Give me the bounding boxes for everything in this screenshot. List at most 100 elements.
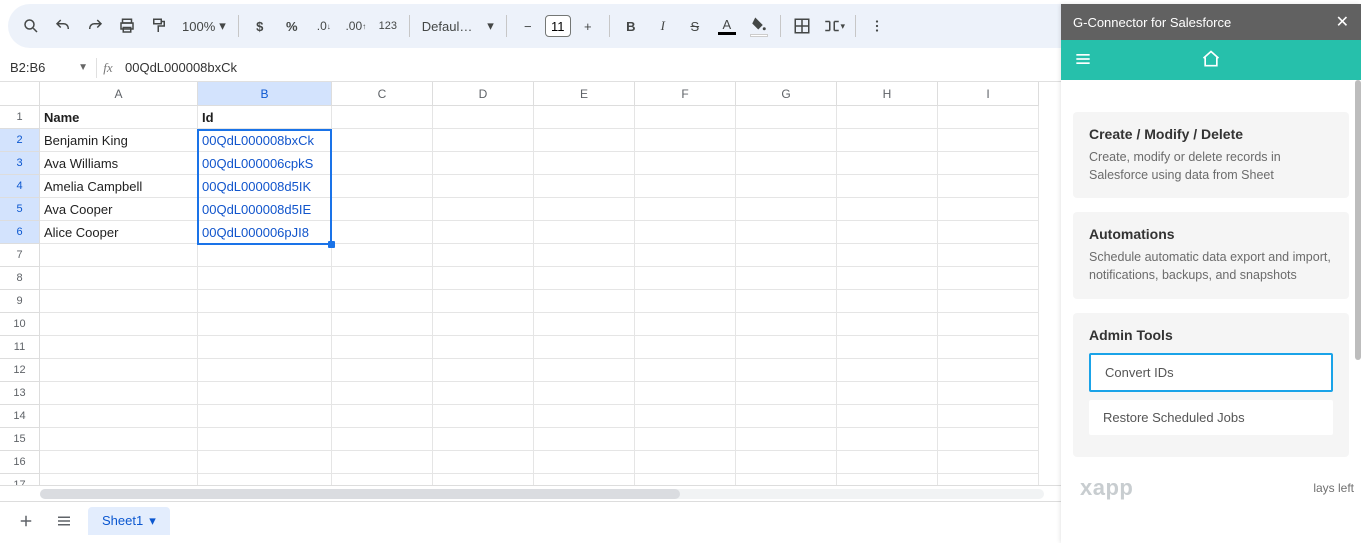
cell[interactable]	[534, 451, 635, 474]
increase-font-button[interactable]: +	[573, 11, 603, 41]
cell[interactable]	[40, 290, 198, 313]
cell[interactable]: Amelia Campbell	[40, 175, 198, 198]
zoom-dropdown[interactable]: 100% ▾	[176, 18, 232, 34]
cell[interactable]	[837, 129, 938, 152]
cell[interactable]	[938, 474, 1039, 485]
sidebar-scrollbar[interactable]	[1353, 80, 1361, 543]
cell[interactable]	[736, 221, 837, 244]
cell[interactable]	[332, 267, 433, 290]
cell[interactable]: Name	[40, 106, 198, 129]
cell[interactable]	[837, 313, 938, 336]
cell[interactable]	[837, 290, 938, 313]
cell[interactable]	[534, 267, 635, 290]
cell[interactable]	[534, 428, 635, 451]
hamburger-icon[interactable]	[1073, 49, 1093, 72]
row-header[interactable]: 10	[0, 313, 40, 336]
cell[interactable]	[332, 405, 433, 428]
cell[interactable]	[332, 290, 433, 313]
cell[interactable]	[938, 451, 1039, 474]
cell[interactable]	[40, 382, 198, 405]
row-header[interactable]: 4	[0, 175, 40, 198]
cell[interactable]	[938, 359, 1039, 382]
cell[interactable]	[938, 336, 1039, 359]
col-header-H[interactable]: H	[837, 82, 938, 105]
cell[interactable]	[837, 175, 938, 198]
col-header-D[interactable]: D	[433, 82, 534, 105]
col-header-B[interactable]: B	[198, 82, 332, 105]
cell[interactable]	[198, 474, 332, 485]
cell[interactable]	[736, 106, 837, 129]
cell[interactable]	[40, 313, 198, 336]
cell[interactable]	[433, 359, 534, 382]
cell[interactable]	[736, 451, 837, 474]
cell[interactable]	[332, 175, 433, 198]
font-size-input[interactable]	[545, 15, 571, 37]
cell[interactable]	[837, 382, 938, 405]
cell[interactable]	[534, 313, 635, 336]
cell[interactable]	[332, 474, 433, 485]
cell[interactable]	[433, 221, 534, 244]
cell[interactable]	[635, 313, 736, 336]
redo-button[interactable]	[80, 11, 110, 41]
cell[interactable]	[534, 382, 635, 405]
row-header[interactable]: 9	[0, 290, 40, 313]
row-header[interactable]: 15	[0, 428, 40, 451]
fill-color-button[interactable]	[744, 11, 774, 41]
cell[interactable]	[433, 152, 534, 175]
cell[interactable]	[198, 382, 332, 405]
cell[interactable]	[736, 313, 837, 336]
cell[interactable]	[198, 359, 332, 382]
merge-button[interactable]: ▾	[819, 11, 849, 41]
cell[interactable]	[534, 474, 635, 485]
cell[interactable]	[534, 359, 635, 382]
cell[interactable]	[736, 474, 837, 485]
text-color-button[interactable]: A	[712, 11, 742, 41]
row-header[interactable]: 7	[0, 244, 40, 267]
cell[interactable]	[198, 405, 332, 428]
cell[interactable]	[635, 221, 736, 244]
cell[interactable]: 00QdL000008bxCk	[198, 129, 332, 152]
card-create-modify-delete[interactable]: Create / Modify / Delete Create, modify …	[1073, 112, 1349, 198]
cell[interactable]	[635, 428, 736, 451]
cell[interactable]	[635, 106, 736, 129]
cell[interactable]	[635, 474, 736, 485]
cell[interactable]	[938, 428, 1039, 451]
cell[interactable]	[332, 313, 433, 336]
paint-format-button[interactable]	[144, 11, 174, 41]
cell[interactable]	[938, 198, 1039, 221]
cell[interactable]	[198, 290, 332, 313]
cell[interactable]	[736, 244, 837, 267]
cell[interactable]	[534, 198, 635, 221]
cell[interactable]	[837, 106, 938, 129]
row-header[interactable]: 3	[0, 152, 40, 175]
cell[interactable]	[433, 290, 534, 313]
row-header[interactable]: 14	[0, 405, 40, 428]
col-header-G[interactable]: G	[736, 82, 837, 105]
cell[interactable]	[938, 244, 1039, 267]
cell[interactable]	[837, 244, 938, 267]
cell[interactable]	[198, 336, 332, 359]
col-header-F[interactable]: F	[635, 82, 736, 105]
cell[interactable]	[198, 313, 332, 336]
col-header-I[interactable]: I	[938, 82, 1039, 105]
cell[interactable]: Ava Cooper	[40, 198, 198, 221]
cell[interactable]	[40, 336, 198, 359]
cell[interactable]	[198, 451, 332, 474]
name-box[interactable]: B2:B6 ▼	[0, 60, 96, 75]
row-header[interactable]: 13	[0, 382, 40, 405]
cell[interactable]	[332, 244, 433, 267]
search-icon[interactable]	[16, 11, 46, 41]
borders-button[interactable]	[787, 11, 817, 41]
add-sheet-button[interactable]	[12, 507, 40, 535]
cell[interactable]	[938, 267, 1039, 290]
horizontal-scrollbar[interactable]	[40, 489, 1044, 499]
admin-restore-jobs[interactable]: Restore Scheduled Jobs	[1089, 400, 1333, 435]
cell[interactable]	[40, 451, 198, 474]
cell[interactable]	[534, 290, 635, 313]
currency-button[interactable]: $	[245, 11, 275, 41]
cell[interactable]	[938, 382, 1039, 405]
sidebar-scrollbar-thumb[interactable]	[1355, 80, 1361, 360]
cell[interactable]	[433, 336, 534, 359]
row-header[interactable]: 17	[0, 474, 40, 485]
cell[interactable]	[40, 267, 198, 290]
